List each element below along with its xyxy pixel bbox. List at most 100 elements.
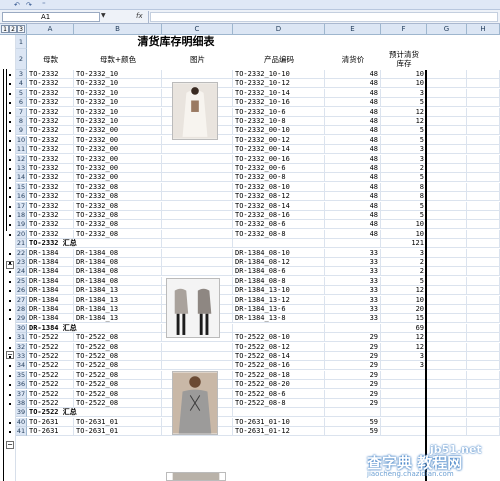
column-header-e[interactable]: E xyxy=(325,24,381,35)
cell-empty[interactable] xyxy=(467,295,500,305)
cell-image[interactable] xyxy=(162,173,233,183)
cell-parent[interactable]: TO-2332 xyxy=(27,145,74,155)
cell-parent-color[interactable]: TO-2332_00 xyxy=(74,135,162,145)
cell-empty[interactable] xyxy=(427,295,467,305)
cell-parent[interactable]: DR-1384 xyxy=(27,305,74,314)
cell-product-code[interactable]: DR-1384_13-10 xyxy=(233,286,325,296)
cell-parent[interactable]: TO-2332 xyxy=(27,229,74,239)
cell-empty[interactable] xyxy=(467,399,500,408)
cell-parent-color[interactable]: TO-2522_08 xyxy=(74,333,162,343)
cell-product-code[interactable]: TO-2332_08-12 xyxy=(233,192,325,202)
product-photo[interactable] xyxy=(172,82,218,140)
row-header[interactable]: 25 xyxy=(16,276,27,286)
cell-image[interactable] xyxy=(162,145,233,155)
cell-parent[interactable]: TO-2522 xyxy=(27,361,74,371)
row-header[interactable]: 13 xyxy=(16,164,27,173)
cell-image[interactable] xyxy=(162,70,233,79)
cell-parent[interactable]: TO-2332 xyxy=(27,98,74,108)
cell-parent-color[interactable]: DR-1384_08 xyxy=(74,276,162,286)
collapse-group-button[interactable]: − xyxy=(6,441,14,449)
cell-parent-color[interactable]: TO-2631_01 xyxy=(74,417,162,427)
cell-empty[interactable] xyxy=(467,305,500,314)
cell-empty[interactable] xyxy=(427,323,467,333)
row-header[interactable]: 5 xyxy=(16,88,27,98)
cell-parent[interactable]: TO-2522 xyxy=(27,399,74,408)
cell-parent[interactable]: TO-2332 xyxy=(27,164,74,173)
cell-parent[interactable]: DR-1384 汇总 xyxy=(27,323,162,333)
cell-parent-color[interactable]: TO-2522_08 xyxy=(74,352,162,361)
row-header[interactable]: 7 xyxy=(16,107,27,117)
cell-empty[interactable] xyxy=(427,361,467,371)
cell-parent-color[interactable]: TO-2332_00 xyxy=(74,126,162,136)
cell-clearance-price[interactable]: 33 xyxy=(325,248,381,258)
sheet-title[interactable]: 清货库存明细表 xyxy=(27,35,325,49)
cell-expected-stock[interactable]: 12 xyxy=(381,333,427,343)
cell-empty[interactable] xyxy=(427,267,467,277)
cell-clearance-price[interactable]: 33 xyxy=(325,295,381,305)
cell-clearance-price[interactable]: 33 xyxy=(325,305,381,314)
row-header[interactable]: 22 xyxy=(16,248,27,258)
cell-empty[interactable] xyxy=(467,79,500,89)
cell-parent-color[interactable]: TO-2332_00 xyxy=(74,154,162,164)
row-header[interactable]: 4 xyxy=(16,79,27,89)
cell-parent-color[interactable]: TO-2332_08 xyxy=(74,229,162,239)
column-header-b[interactable]: B xyxy=(74,24,162,35)
cell-empty[interactable] xyxy=(427,399,467,408)
cell-parent-color[interactable]: TO-2332_10 xyxy=(74,98,162,108)
row-header[interactable]: 30 xyxy=(16,323,27,333)
cell-parent[interactable]: TO-2522 xyxy=(27,389,74,399)
cell-product-code[interactable]: TO-2522_08-16 xyxy=(233,361,325,371)
header-image[interactable]: 图片 xyxy=(162,55,233,64)
cell-expected-stock[interactable] xyxy=(381,370,427,380)
cell-clearance-price[interactable]: 33 xyxy=(325,276,381,286)
cell-empty[interactable] xyxy=(467,417,500,427)
cell-parent-color[interactable]: TO-2522_08 xyxy=(74,342,162,352)
cell-clearance-price[interactable]: 48 xyxy=(325,211,381,220)
cell-empty[interactable] xyxy=(427,107,467,117)
cell-empty[interactable] xyxy=(467,427,500,437)
cell-product-code[interactable]: TO-2332_10-8 xyxy=(233,117,325,126)
cell-parent-color[interactable]: DR-1384_08 xyxy=(74,267,162,277)
cell-parent[interactable]: TO-2332 xyxy=(27,192,74,202)
cell-expected-stock[interactable]: 12 xyxy=(381,107,427,117)
cell-expected-stock[interactable]: 12 xyxy=(381,342,427,352)
cell-image[interactable] xyxy=(162,361,233,371)
cell-expected-stock[interactable]: 10 xyxy=(381,70,427,79)
cell-empty[interactable] xyxy=(427,201,467,211)
cell-empty[interactable] xyxy=(467,126,500,136)
cell-expected-stock[interactable] xyxy=(381,380,427,390)
cell-parent-color[interactable]: TO-2522_08 xyxy=(74,399,162,408)
cell-product-code[interactable]: DR-1384_13-8 xyxy=(233,314,325,324)
cell-empty[interactable] xyxy=(467,258,500,267)
cell-empty[interactable] xyxy=(427,314,467,324)
cell-expected-stock[interactable]: 10 xyxy=(381,79,427,89)
row-header[interactable]: 27 xyxy=(16,295,27,305)
cell-product-code[interactable]: TO-2332_08-16 xyxy=(233,211,325,220)
cell-empty[interactable] xyxy=(427,192,467,202)
cell-empty[interactable] xyxy=(467,135,500,145)
cell-product-code[interactable] xyxy=(233,408,325,418)
header-clearance-price[interactable]: 清货价 xyxy=(325,55,381,64)
cell-empty[interactable] xyxy=(467,239,500,249)
row-header[interactable]: 20 xyxy=(16,229,27,239)
cell-expected-stock[interactable]: 2 xyxy=(381,258,427,267)
cell-clearance-price[interactable]: 48 xyxy=(325,220,381,230)
cell-product-code[interactable]: TO-2332_10-6 xyxy=(233,107,325,117)
cell-parent[interactable]: TO-2522 xyxy=(27,370,74,380)
cell-image[interactable] xyxy=(162,164,233,173)
row-header[interactable]: 18 xyxy=(16,211,27,220)
column-header-h[interactable]: H xyxy=(467,24,500,35)
cell-empty[interactable] xyxy=(427,229,467,239)
row-header[interactable]: 24 xyxy=(16,267,27,277)
cell-clearance-price[interactable]: 29 xyxy=(325,352,381,361)
cell-clearance-price[interactable]: 48 xyxy=(325,201,381,211)
row-header[interactable]: 28 xyxy=(16,305,27,314)
cell-empty[interactable] xyxy=(427,211,467,220)
cell-clearance-price[interactable]: 59 xyxy=(325,417,381,427)
cell-clearance-price[interactable]: 33 xyxy=(325,286,381,296)
cell-empty[interactable] xyxy=(427,126,467,136)
row-header[interactable]: 29 xyxy=(16,314,27,324)
cell-empty[interactable] xyxy=(467,342,500,352)
cell-image[interactable] xyxy=(162,201,233,211)
row-header[interactable]: 15 xyxy=(16,182,27,192)
